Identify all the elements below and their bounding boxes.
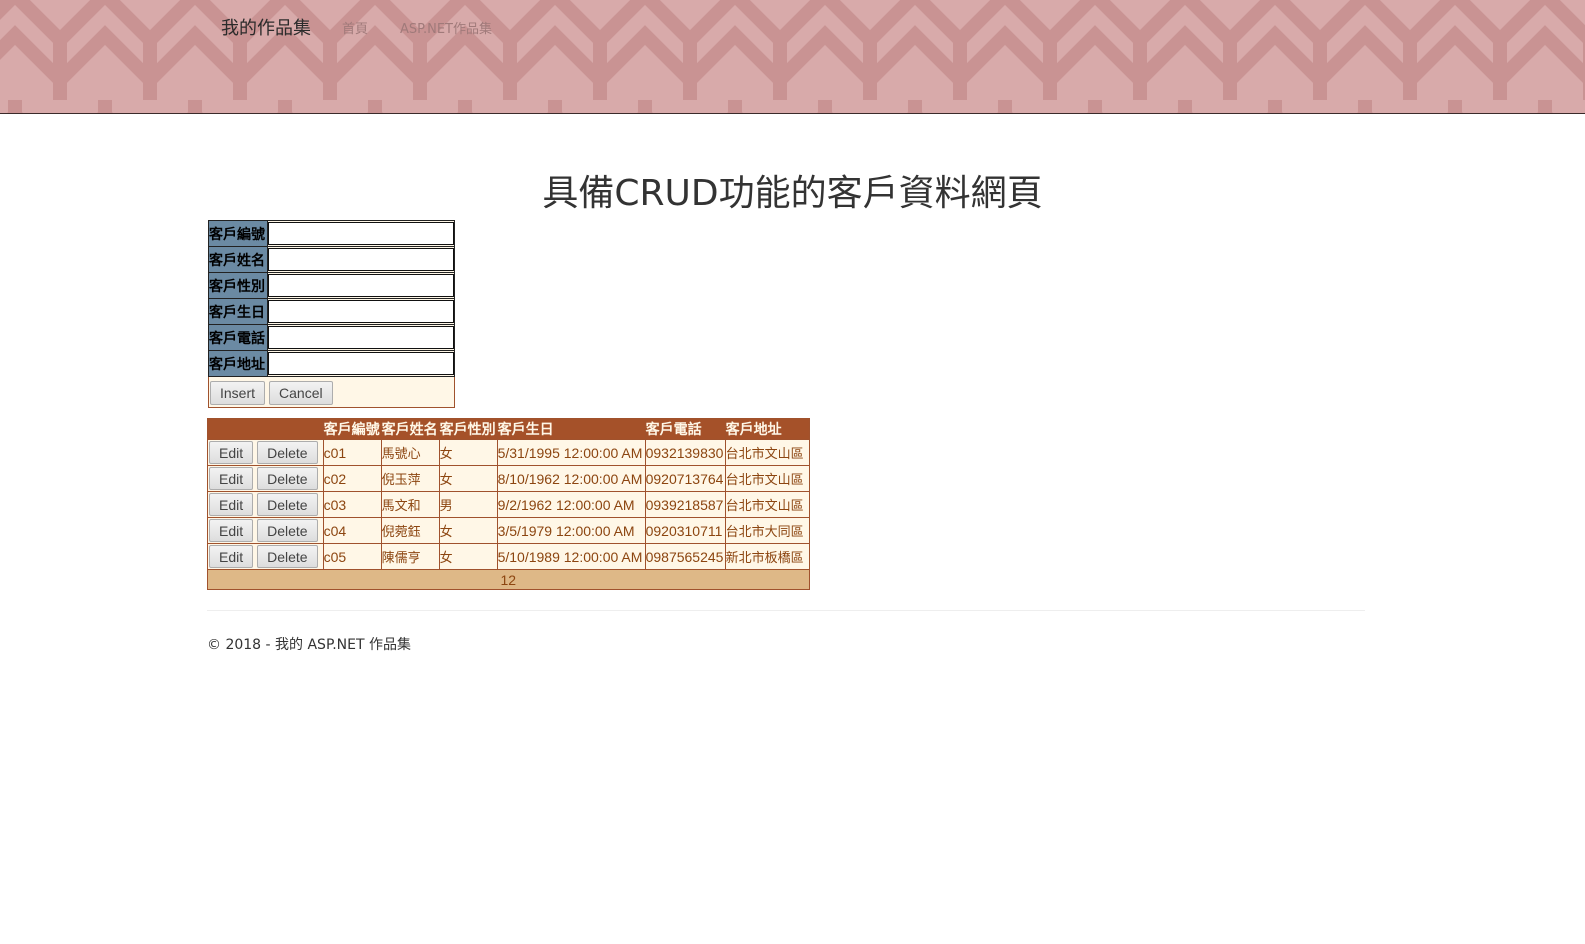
form-row-birthday: 客戶生日 (208, 298, 455, 325)
grid-header-phone: 客戶電話 (644, 418, 726, 440)
grid-header-row: 客戶編號 客戶姓名 客戶性別 客戶生日 客戶電話 客戶地址 (207, 418, 810, 440)
delete-button[interactable]: Delete (257, 467, 318, 490)
customer-phone-input[interactable] (268, 326, 454, 349)
form-label-address: 客戶地址 (208, 350, 268, 377)
brand-link[interactable]: 我的作品集 (221, 14, 311, 40)
form-label-name: 客戶姓名 (208, 246, 268, 273)
edit-button[interactable]: Edit (209, 467, 254, 490)
edit-button[interactable]: Edit (209, 441, 254, 464)
cell-id: c04 (322, 517, 382, 544)
delete-button[interactable]: Delete (257, 441, 318, 464)
cell-phone: 0939218587 (644, 491, 726, 518)
grid-header-actions (207, 418, 324, 440)
delete-button[interactable]: Delete (257, 519, 318, 542)
navbar: 我的作品集 首頁 ASP.NET作品集 (0, 0, 1585, 114)
page-title: 具備CRUD功能的客戶資料網頁 (542, 173, 1043, 214)
nav-link-home[interactable]: 首頁 (342, 18, 368, 37)
form-button-row: Insert Cancel (209, 377, 455, 408)
customer-insert-form: 客戶編號 客戶姓名 客戶性別 客戶生日 客戶電話 客戶地址 Insert Canc… (208, 220, 455, 408)
cell-gender: 女 (438, 517, 498, 544)
edit-button[interactable]: Edit (209, 519, 254, 542)
cell-name: 馬號心 (380, 439, 440, 466)
cell-address: 台北市文山區 (724, 465, 810, 492)
cell-address: 新北市板橋區 (724, 543, 810, 570)
form-row-name: 客戶姓名 (208, 246, 455, 273)
cell-gender: 女 (438, 439, 498, 466)
cell-birthday: 3/5/1979 12:00:00 AM (496, 517, 646, 544)
cell-gender: 女 (438, 543, 498, 570)
table-row: Edit Delete c01 馬號心 女 5/31/1995 12:00:00 … (207, 439, 810, 466)
grid-header-name: 客戶姓名 (380, 418, 440, 440)
cell-address: 台北市大同區 (724, 517, 810, 544)
cell-phone: 0920713764 (644, 465, 726, 492)
form-label-birthday: 客戶生日 (208, 298, 268, 325)
delete-button[interactable]: Delete (257, 493, 318, 516)
cell-name: 倪菀鈺 (380, 517, 440, 544)
cell-address: 台北市文山區 (724, 491, 810, 518)
cell-birthday: 5/31/1995 12:00:00 AM (496, 439, 646, 466)
cell-id: c03 (322, 491, 382, 518)
grid-header-address: 客戶地址 (724, 418, 810, 440)
cell-name: 馬文和 (380, 491, 440, 518)
table-row: Edit Delete c04 倪菀鈺 女 3/5/1979 12:00:00 A… (207, 517, 810, 544)
customer-gender-input[interactable] (268, 274, 454, 297)
customer-grid: 客戶編號 客戶姓名 客戶性別 客戶生日 客戶電話 客戶地址 Edit Delete… (207, 418, 810, 590)
cell-birthday: 5/10/1989 12:00:00 AM (496, 543, 646, 570)
grid-header-id: 客戶編號 (322, 418, 382, 440)
customer-address-input[interactable] (268, 352, 454, 375)
form-label-phone: 客戶電話 (208, 324, 268, 351)
pager-page-2-link[interactable]: 2 (508, 572, 516, 588)
customer-id-input[interactable] (268, 222, 454, 245)
table-row: Edit Delete c05 陳儒亨 女 5/10/1989 12:00:00 … (207, 543, 810, 570)
cell-id: c05 (322, 543, 382, 570)
form-row-gender: 客戶性別 (208, 272, 455, 299)
form-label-gender: 客戶性別 (208, 272, 268, 299)
cell-gender: 男 (438, 491, 498, 518)
cell-phone: 0932139830 (644, 439, 726, 466)
table-row: Edit Delete c02 倪玉萍 女 8/10/1962 12:00:00 … (207, 465, 810, 492)
cell-phone: 0987565245 (644, 543, 726, 570)
customer-name-input[interactable] (268, 248, 454, 271)
edit-button[interactable]: Edit (209, 545, 254, 568)
nav-link-aspnet-portfolio[interactable]: ASP.NET作品集 (400, 18, 492, 37)
cell-name: 倪玉萍 (380, 465, 440, 492)
form-row-address: 客戶地址 (208, 350, 455, 377)
grid-header-gender: 客戶性別 (438, 418, 498, 440)
cell-birthday: 8/10/1962 12:00:00 AM (496, 465, 646, 492)
insert-button[interactable]: Insert (210, 380, 266, 405)
grid-pager-row: 12 (207, 569, 810, 590)
table-row: Edit Delete c03 馬文和 男 9/2/1962 12:00:00 A… (207, 491, 810, 518)
cell-id: c02 (322, 465, 382, 492)
cancel-button[interactable]: Cancel (269, 380, 333, 405)
form-row-id: 客戶編號 (208, 220, 455, 247)
delete-button[interactable]: Delete (257, 545, 318, 568)
cell-birthday: 9/2/1962 12:00:00 AM (496, 491, 646, 518)
cell-name: 陳儒亨 (380, 543, 440, 570)
footer-divider (207, 610, 1365, 611)
cell-phone: 0920310711 (644, 517, 726, 544)
form-label-id: 客戶編號 (208, 220, 268, 247)
cell-id: c01 (322, 439, 382, 466)
cell-address: 台北市文山區 (724, 439, 810, 466)
grid-header-birthday: 客戶生日 (496, 418, 646, 440)
edit-button[interactable]: Edit (209, 493, 254, 516)
cell-gender: 女 (438, 465, 498, 492)
footer-copyright: © 2018 - 我的 ASP.NET 作品集 (207, 637, 411, 653)
form-row-phone: 客戶電話 (208, 324, 455, 351)
customer-birthday-input[interactable] (268, 300, 454, 323)
